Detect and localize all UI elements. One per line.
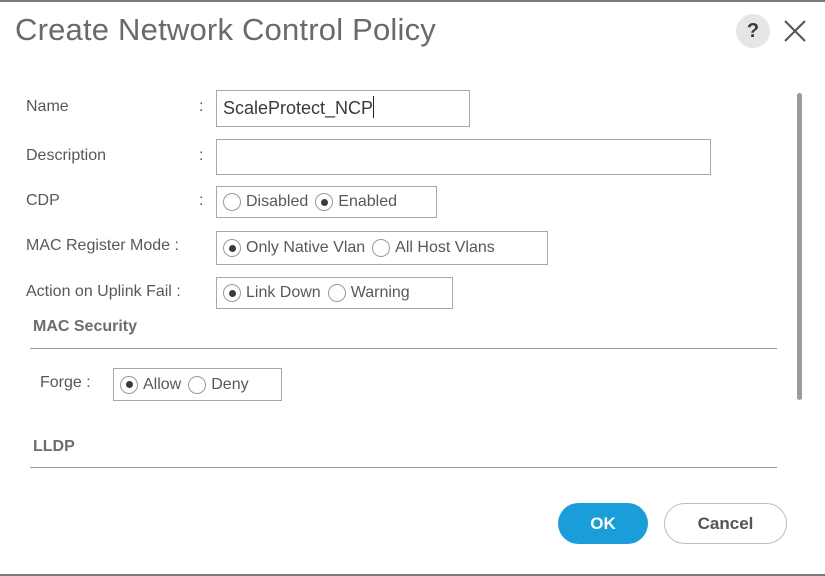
cancel-button[interactable]: Cancel <box>664 503 787 544</box>
ok-button[interactable]: OK <box>558 503 648 544</box>
only-native-vlan-radio[interactable]: Only Native Vlan <box>223 239 365 257</box>
vertical-scrollbar[interactable] <box>797 93 802 400</box>
name-input-value: ScaleProtect_NCP <box>223 98 374 118</box>
radio-checked-icon <box>223 284 241 302</box>
forge-deny-label: Deny <box>211 375 249 393</box>
action-on-uplink-fail-radio-group: Link Down Warning <box>216 277 453 309</box>
text-caret <box>373 96 375 118</box>
close-button[interactable] <box>782 18 808 44</box>
help-button[interactable]: ? <box>736 14 770 48</box>
cdp-enabled-label: Enabled <box>338 193 397 210</box>
radio-unchecked-icon <box>223 193 241 211</box>
link-down-radio[interactable]: Link Down <box>223 284 321 302</box>
window-top-border <box>0 0 825 2</box>
cdp-disabled-label: Disabled <box>246 193 309 210</box>
cdp-label: CDP <box>26 192 60 209</box>
radio-checked-icon <box>120 375 138 394</box>
name-input[interactable]: ScaleProtect_NCP <box>216 90 470 127</box>
forge-allow-radio[interactable]: Allow <box>120 375 182 394</box>
mac-security-divider <box>30 348 777 349</box>
mac-security-heading: MAC Security <box>33 318 138 335</box>
dialog-title: Create Network Control Policy <box>15 12 437 47</box>
description-colon: : <box>199 147 204 164</box>
all-host-vlans-label: All Host Vlans <box>395 239 495 256</box>
warning-radio[interactable]: Warning <box>327 284 410 302</box>
cdp-radio-group: Disabled Enabled <box>216 186 437 218</box>
only-native-vlan-label: Only Native Vlan <box>246 239 366 256</box>
warning-label: Warning <box>350 284 410 301</box>
radio-unchecked-icon <box>372 239 391 257</box>
forge-label: Forge : <box>40 374 91 391</box>
close-icon <box>784 20 806 42</box>
lldp-heading: LLDP <box>33 438 75 455</box>
mac-register-mode-radio-group: Only Native Vlan All Host Vlans <box>216 231 548 265</box>
radio-checked-icon <box>315 193 334 211</box>
cdp-enabled-radio[interactable]: Enabled <box>315 193 397 211</box>
forge-radio-group: Allow Deny <box>113 368 282 401</box>
name-label: Name <box>26 98 69 115</box>
radio-unchecked-icon <box>327 284 346 302</box>
mac-register-mode-label: MAC Register Mode : <box>26 237 179 254</box>
description-label: Description <box>26 147 107 164</box>
all-host-vlans-radio[interactable]: All Host Vlans <box>372 239 495 257</box>
link-down-label: Link Down <box>246 284 321 301</box>
forge-allow-label: Allow <box>143 375 182 393</box>
name-colon: : <box>199 98 204 115</box>
lldp-divider <box>30 467 777 468</box>
cdp-colon: : <box>199 192 204 209</box>
forge-deny-radio[interactable]: Deny <box>188 375 249 394</box>
action-on-uplink-fail-label: Action on Uplink Fail : <box>26 283 181 300</box>
radio-unchecked-icon <box>188 375 207 394</box>
description-input[interactable] <box>216 139 711 175</box>
cdp-disabled-radio[interactable]: Disabled <box>223 193 308 211</box>
radio-checked-icon <box>223 239 241 257</box>
